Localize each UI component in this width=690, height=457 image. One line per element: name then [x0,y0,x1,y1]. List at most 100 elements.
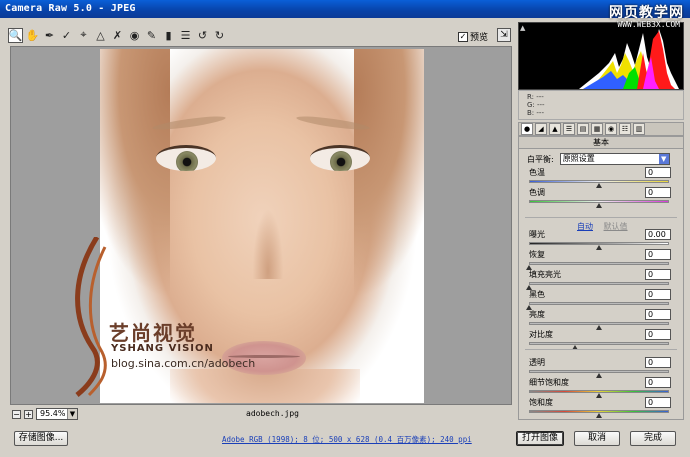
crop-icon[interactable]: ⌖ [76,28,91,43]
slider-tint[interactable]: 色调 0 [527,187,677,208]
spot-removal-icon[interactable]: ✗ [110,28,125,43]
slider-value-field[interactable]: 0 [645,289,671,300]
preview-toggle[interactable]: ✓ 预览 [458,30,488,43]
slider-value-field[interactable]: 0 [645,397,671,408]
slider-saturation[interactable]: 饱和度 0 [527,397,677,418]
histogram-graph [579,29,679,89]
slider-track[interactable] [529,262,669,265]
slider-fill-light[interactable]: 填充亮光 0 [526,269,677,290]
slider-track[interactable] [529,342,669,345]
slider-label: 填充亮光 [529,270,561,279]
basic-tab-icon[interactable]: ● [521,123,533,135]
workflow-options-link[interactable]: Adobe RGB (1998); 8 位; 500 x 628 (0.4 百万… [222,434,472,445]
hsl-tab-icon[interactable]: ☰ [563,123,575,135]
slider-value-field[interactable]: 0 [645,249,671,260]
white-balance-icon[interactable]: ✒ [42,28,57,43]
save-image-button[interactable]: 存储图像... [14,431,68,446]
logo-chinese-text: 艺尚视觉 [109,321,197,345]
slider-track[interactable] [529,302,669,305]
toolbar: 🔍 ✋ ✒ ✓ ⌖ △ ✗ ◉ ✎ ▮ ☰ ↺ ↻ [8,24,510,46]
slider-exposure[interactable]: 曝光 0.00 [527,229,677,250]
slider-label: 对比度 [529,330,553,339]
slider-value-field[interactable]: 0 [645,357,671,368]
slider-track[interactable] [529,282,669,285]
slider-value-field[interactable]: 0 [645,187,671,198]
image-canvas[interactable]: 艺尚视觉 YSHANG VISION blog.sina.com.cn/adob… [10,46,512,405]
preview-label: 预览 [470,33,489,43]
slider-vibrance[interactable]: 细节饱和度 0 [527,377,677,398]
slider-value-field[interactable]: 0.00 [645,229,671,240]
readout-b: B: --- [527,109,544,117]
panel-divider [525,349,677,350]
rotate-right-icon[interactable]: ↻ [212,28,227,43]
preview-checkbox[interactable]: ✓ [458,31,468,42]
zoom-out-button[interactable]: − [12,409,21,419]
window-title-bar: Camera Raw 5.0 - JPEG [0,0,690,18]
readout-r: R: --- [527,93,544,101]
slider-value-field[interactable]: 0 [645,269,671,280]
file-name: adobech.jpg [246,409,299,418]
slider-clarity[interactable]: 透明 0 [527,357,677,378]
auto-default-row: 自动 默认值 [577,221,628,232]
panel-title: 基本 [519,137,683,149]
zoom-level-value: 95.4% [40,409,66,418]
slider-label: 透明 [529,358,545,367]
slider-temperature[interactable]: 色温 0 [527,167,677,188]
open-image-button[interactable]: 打开图像 [516,431,564,446]
graduated-filter-icon[interactable]: ▮ [161,28,176,43]
slider-value-field[interactable]: 0 [645,377,671,388]
rotate-left-icon[interactable]: ↺ [195,28,210,43]
camera-calibration-tab-icon[interactable]: ◉ [605,123,617,135]
panel-tabs: ● ◢ ▲ ☰ ▤ ▦ ◉ ☷ ▥ [518,122,684,136]
photo-hair-right [354,49,424,299]
slider-label: 亮度 [529,310,545,319]
done-button[interactable]: 完成 [630,431,676,446]
slider-label: 色温 [529,168,545,177]
presets-tab-icon[interactable]: ☷ [619,123,631,135]
slider-value-field[interactable]: 0 [645,167,671,178]
slider-blacks[interactable]: 黑色 0 [526,289,677,310]
slider-thumb[interactable] [596,203,602,208]
window-title: Camera Raw 5.0 - JPEG [5,3,136,14]
white-balance-select[interactable]: 原照设置 ▼ [559,153,670,165]
cancel-button[interactable]: 取消 [574,431,620,446]
hand-icon[interactable]: ✋ [25,28,40,43]
straighten-icon[interactable]: △ [93,28,108,43]
zoom-icon[interactable]: 🔍 [8,27,23,43]
slider-label: 细节饱和度 [529,378,569,387]
watermark-site-url: WWW.WEB3X.COM [617,20,680,29]
photo-eye-left [156,145,216,171]
logo-url-text: blog.sina.com.cn/adobech [111,357,256,370]
preferences-icon[interactable]: ☰ [178,28,193,43]
photo-nose [250,199,286,279]
zoom-in-button[interactable]: + [24,409,33,419]
chevron-down-icon: ▼ [67,409,77,419]
basic-panel: 基本 白平衡: 原照设置 ▼ 色温 0 色调 0 曝光 0.00 恢复 0 填充亮光 0 黑色 0 亮度… [518,136,684,420]
white-balance-row: 白平衡: 原照设置 ▼ [527,153,670,165]
zoom-level-select[interactable]: 95.4% ▼ [36,408,78,420]
slider-label: 黑色 [529,290,545,299]
auto-link[interactable]: 自动 [577,222,593,231]
adjustment-brush-icon[interactable]: ✎ [144,28,159,43]
color-sampler-icon[interactable]: ✓ [59,28,74,43]
slider-contrast[interactable]: 对比度 0 [527,329,677,350]
zoom-controls: − + 95.4% ▼ [12,408,78,420]
detail-tab-icon[interactable]: ▲ [549,123,561,135]
slider-thumb[interactable] [596,413,602,418]
slider-brightness[interactable]: 亮度 0 [527,309,677,330]
shadow-clipping-icon[interactable]: ▲ [520,24,528,32]
tone-curve-tab-icon[interactable]: ◢ [535,123,547,135]
slider-value-field[interactable]: 0 [645,309,671,320]
slider-value-field[interactable]: 0 [645,329,671,340]
panel-divider [525,217,677,218]
slider-recovery[interactable]: 恢复 0 [526,249,677,270]
snapshots-tab-icon[interactable]: ▥ [633,123,645,135]
red-eye-icon[interactable]: ◉ [127,28,142,43]
white-balance-label: 白平衡: [527,154,554,164]
default-link[interactable]: 默认值 [604,222,628,231]
split-toning-tab-icon[interactable]: ▤ [577,123,589,135]
rgb-readout: R: --- G: --- B: --- [518,90,684,120]
fullscreen-button[interactable]: ⇲ [497,28,511,42]
histogram [518,22,684,90]
lens-tab-icon[interactable]: ▦ [591,123,603,135]
